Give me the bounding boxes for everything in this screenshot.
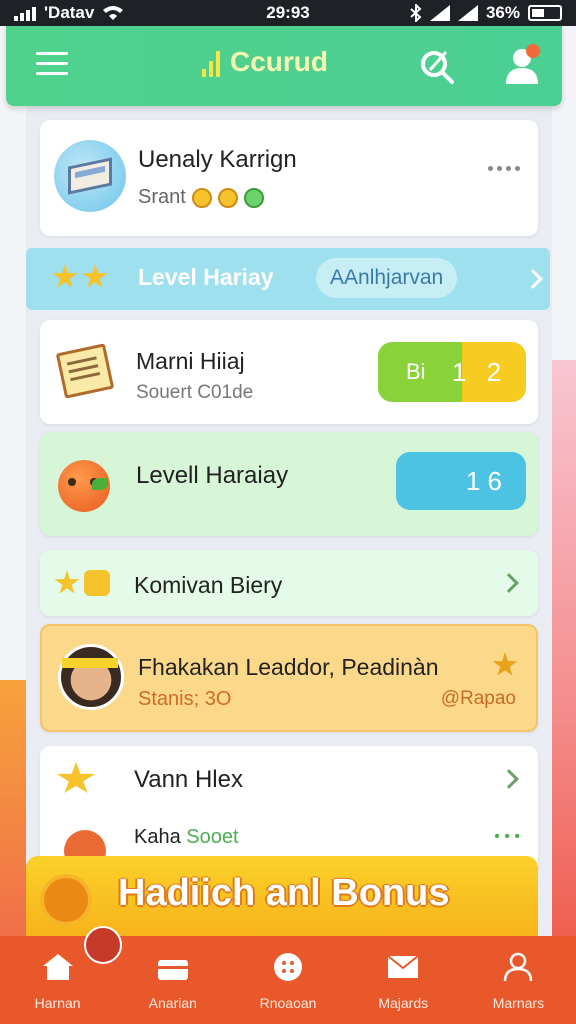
nav-label: Anarian	[148, 995, 197, 1011]
vann-sub: Kaha Sooet	[134, 826, 239, 849]
dots-decor: • • •	[494, 828, 520, 845]
leader-handle[interactable]: @Rapao	[441, 688, 516, 710]
nav-item-apps[interactable]: Rnoaoan	[230, 936, 345, 1024]
nav-item-home[interactable]: Harnan	[0, 926, 122, 1024]
profile-icon[interactable]	[502, 44, 542, 86]
level-pill[interactable]: AAnlhjarvan	[316, 258, 458, 298]
level-task-title: Levell Haraiay	[136, 462, 289, 489]
profile-name: Uenaly Karrign	[138, 146, 297, 173]
app-title: Ccurud	[230, 46, 328, 77]
bonus-row[interactable]: Komivan Biery	[40, 550, 538, 616]
search-icon[interactable]	[416, 46, 456, 86]
vann-sub-value: Sooet	[186, 826, 239, 848]
leader-card[interactable]: Fhakakan Leaddor, Peadinàn Stanis; 3O @R…	[40, 624, 538, 732]
task-title: Marni Hiiaj	[136, 348, 245, 374]
score-box[interactable]: Bi 2 1	[378, 342, 526, 402]
star-icon	[56, 762, 96, 793]
score-badge[interactable]: 1 6	[396, 452, 526, 510]
bonus-coin-icon	[40, 874, 92, 926]
apps-icon	[274, 953, 302, 981]
leader-sub: Stanis; 3O	[138, 688, 232, 710]
nav-label: Harnan	[34, 995, 81, 1011]
bonus-banner-text: Hadiich anl Bonus	[118, 872, 450, 914]
vann-sub-prefix: Kaha	[134, 826, 181, 848]
user-icon	[504, 952, 533, 982]
home-icon	[42, 954, 73, 980]
star-icon	[54, 570, 80, 594]
profile-sub: Srant	[138, 186, 186, 208]
coin-icon	[191, 187, 212, 208]
app-header: Ccurud	[6, 26, 562, 106]
badge-icon	[84, 570, 110, 596]
score-left: Bi	[378, 342, 462, 402]
bluetooth-icon	[410, 4, 422, 22]
notification-dot	[526, 44, 540, 58]
nav-label: Majards	[378, 995, 429, 1011]
leader-title: Fhakakan Leaddor, Peadinàn	[138, 654, 439, 680]
battery-label: 36%	[485, 3, 520, 22]
mail-icon	[387, 955, 419, 978]
nav-item-profile[interactable]: Marnars	[461, 936, 576, 1024]
level-title: Level Hariay	[138, 264, 274, 290]
headband-decor	[62, 658, 118, 668]
menu-icon[interactable]	[36, 52, 68, 78]
nav-item-mail[interactable]: Majards	[346, 936, 461, 1024]
signal-strength-icon	[429, 5, 450, 21]
bonus-row-title: Komivan Biery	[134, 572, 283, 598]
fruit-face-icon	[58, 460, 110, 512]
vann-title: Vann Hlex	[134, 766, 243, 793]
nav-label: Rnoaoan	[259, 995, 317, 1011]
nav-item-wallet[interactable]: Anarian	[115, 936, 230, 1024]
coin-green-icon	[243, 187, 264, 208]
bottom-nav: Harnan Anarian Rnoaoan Majards Marnars	[0, 926, 576, 1024]
more-options-icon[interactable]	[488, 166, 520, 171]
profile-card[interactable]: Uenaly Karrign Srant	[40, 120, 538, 236]
avatar	[58, 644, 124, 710]
nav-label: Marnars	[492, 995, 545, 1011]
cell-signal-icon	[457, 5, 478, 21]
wallet-icon	[157, 960, 188, 980]
battery-icon	[528, 5, 562, 21]
level-banner[interactable]: Level Hariay AAnlhjarvan	[26, 248, 550, 310]
task-card[interactable]: Marni Hiiaj Souert C01de Bi 2 1	[40, 320, 538, 424]
score-right: 2	[462, 342, 526, 402]
chevron-right-icon[interactable]	[523, 269, 543, 289]
star-badge-icon	[82, 264, 108, 288]
task-sub: Souert C01de	[136, 382, 254, 403]
chevron-right-icon[interactable]	[499, 769, 519, 789]
building-avatar-icon	[54, 140, 126, 212]
book-icon	[54, 338, 120, 404]
favorite-star-icon[interactable]	[492, 652, 518, 676]
chevron-right-icon[interactable]	[499, 573, 519, 593]
star-icon	[52, 264, 78, 288]
status-bar: 'Datav 29:93 36%	[0, 0, 576, 26]
coin-icon	[217, 187, 238, 208]
level-task-card[interactable]: Levell Haraiay 1 6	[40, 432, 538, 536]
logo-icon	[202, 47, 220, 77]
score-mid: 1	[452, 357, 467, 387]
